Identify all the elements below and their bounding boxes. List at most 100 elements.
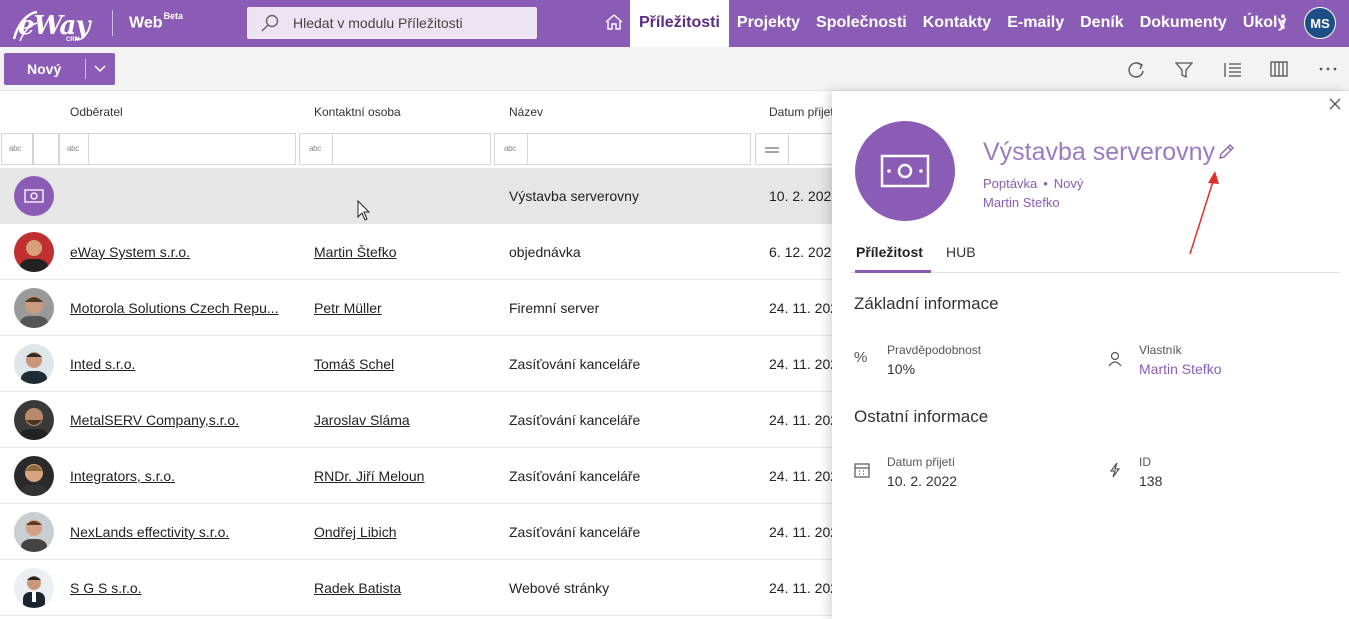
column-header-datum[interactable]: Datum přijetí — [769, 105, 837, 119]
table-row[interactable]: Integrators, s.r.o. RNDr. Jiří Meloun Za… — [0, 448, 846, 504]
search-icon — [261, 14, 279, 32]
cell-contact[interactable]: Ondřej Libich — [314, 524, 397, 540]
filter-input-odberatel[interactable]: abc — [59, 133, 296, 165]
eway-logo[interactable]: eWay CRM — [6, 5, 90, 43]
nav-item-prilezitosti[interactable]: Příležitosti — [630, 0, 729, 47]
search-input[interactable]: Hledat v modulu Příležitosti — [247, 7, 537, 39]
table-row[interactable]: S G S s.r.o. Radek Batista Webové stránk… — [0, 560, 846, 616]
nav-item-spolecnosti[interactable]: Společnosti — [808, 0, 915, 47]
detail-panel: Výstavba serverovny Poptávka • Nový Martin… — [832, 91, 1349, 619]
nav-item-projekty[interactable]: Projekty — [729, 0, 808, 47]
status-dot: • — [1043, 176, 1048, 191]
list-view-icon[interactable] — [1223, 61, 1243, 79]
toolbar: Nový — [0, 47, 1349, 91]
opportunity-avatar — [14, 176, 54, 216]
filter-type-button[interactable]: abc — [1, 133, 33, 165]
cell-name: Firemní server — [509, 300, 600, 316]
id-value: 138 — [1139, 473, 1163, 489]
tab-hub[interactable]: HUB — [946, 244, 976, 260]
status-label[interactable]: Poptávka — [983, 176, 1037, 191]
nav-item-denik[interactable]: Deník — [1072, 0, 1132, 47]
person-photo-icon — [21, 520, 47, 552]
column-header-nazev[interactable]: Název — [509, 105, 543, 119]
column-header-odberatel[interactable]: Odběratel — [70, 105, 123, 119]
cell-name: Zasíťování kanceláře — [509, 524, 641, 540]
equals-icon — [765, 147, 779, 153]
home-icon[interactable] — [604, 13, 624, 31]
tab-prilezitost[interactable]: Příležitost — [856, 244, 923, 260]
table-row[interactable]: Motorola Solutions Czech Repu... Petr Mü… — [0, 280, 846, 336]
cell-contact[interactable]: Jaroslav Sláma — [314, 412, 410, 428]
cell-company[interactable]: NexLands effectivity s.r.o. — [70, 524, 229, 540]
nav-item-kontakty[interactable]: Kontakty — [915, 0, 999, 47]
table-row[interactable]: Výstavba serverovny 10. 2. 2022 — [0, 168, 839, 224]
filter-input-kontaktni-osoba[interactable]: abc — [299, 133, 491, 165]
new-button[interactable]: Nový — [4, 53, 115, 85]
filter-divider — [527, 134, 528, 164]
table-row[interactable]: NexLands effectivity s.r.o. Ondřej Libic… — [0, 504, 846, 560]
cell-company[interactable]: MetalSERV Company,s.r.o. — [70, 412, 239, 428]
filter-empty-cell — [33, 133, 59, 165]
cell-contact[interactable]: Tomáš Schel — [314, 356, 394, 372]
filter-input-datum[interactable] — [755, 133, 835, 165]
contact-avatar — [14, 512, 54, 552]
filter-divider — [88, 134, 89, 164]
cell-contact[interactable]: Radek Batista — [314, 580, 401, 596]
cell-company[interactable]: Integrators, s.r.o. — [70, 468, 175, 484]
columns-icon[interactable] — [1270, 61, 1288, 77]
cell-name: Zasíťování kanceláře — [509, 468, 641, 484]
edit-pencil-icon[interactable] — [1217, 143, 1235, 161]
probability-value[interactable]: 10% — [887, 361, 915, 377]
abc-icon: abc — [504, 144, 516, 153]
new-button-label: Nový — [27, 61, 62, 77]
cell-contact[interactable]: RNDr. Jiří Meloun — [314, 468, 424, 484]
cell-company[interactable]: Motorola Solutions Czech Repu... — [70, 300, 279, 316]
section-title-basic: Základní informace — [854, 294, 999, 313]
cell-date: 10. 2. 2022 — [769, 188, 840, 204]
calendar-icon — [854, 463, 870, 478]
search-placeholder: Hledat v modulu Příležitosti — [293, 15, 463, 31]
filter-icon[interactable] — [1175, 61, 1193, 79]
cell-company[interactable]: eWay System s.r.o. — [70, 244, 190, 260]
filter-row: abc abc abc abc — [0, 130, 835, 168]
cell-contact[interactable]: Martin Štefko — [314, 244, 396, 260]
user-avatar[interactable]: MS — [1304, 7, 1336, 39]
id-label: ID — [1139, 455, 1151, 469]
contact-avatar — [14, 400, 54, 440]
owner-value[interactable]: Martin Stefko — [1139, 361, 1221, 377]
contact-avatar — [14, 288, 54, 328]
date-label: Datum přijetí — [887, 455, 956, 469]
nav-more-icon[interactable]: ⋮ — [1274, 12, 1292, 33]
person-photo-icon — [20, 296, 48, 328]
chevron-down-icon[interactable] — [93, 62, 107, 76]
table-row[interactable]: eWay System s.r.o. Martin Štefko objedná… — [0, 224, 839, 280]
more-options-icon[interactable] — [1319, 67, 1337, 71]
cell-contact[interactable]: Petr Müller — [314, 300, 382, 316]
top-bar: eWay CRM WebBeta Hledat v modulu Příleži… — [0, 0, 1349, 47]
abc-icon: abc — [309, 144, 321, 153]
state-label[interactable]: Nový — [1054, 176, 1084, 191]
cell-company[interactable]: S G S s.r.o. — [70, 580, 142, 596]
detail-tabs: Příležitost HUB — [850, 233, 1340, 273]
opportunity-owner-link[interactable]: Martin Stefko — [983, 195, 1060, 210]
table-row[interactable]: Inted s.r.o. Tomáš Schel Zasíťování kanc… — [0, 336, 846, 392]
date-value[interactable]: 10. 2. 2022 — [887, 473, 957, 489]
refresh-icon[interactable] — [1126, 61, 1146, 79]
column-header-kontaktni-osoba[interactable]: Kontaktní osoba — [314, 105, 401, 119]
cell-company[interactable]: Inted s.r.o. — [70, 356, 135, 372]
nav-item-dokumenty[interactable]: Dokumenty — [1132, 0, 1235, 47]
table-row[interactable]: MetalSERV Company,s.r.o. Jaroslav Sláma … — [0, 392, 846, 448]
nav-item-emaily[interactable]: E-maily — [999, 0, 1072, 47]
filter-input-nazev[interactable]: abc — [494, 133, 751, 165]
cell-date: 6. 12. 2021 — [769, 244, 840, 260]
cell-name: objednávka — [509, 244, 581, 260]
product-beta: Beta — [163, 11, 183, 21]
header-divider — [112, 10, 113, 36]
close-icon[interactable] — [1329, 98, 1341, 110]
person-photo-icon — [21, 352, 47, 384]
abc-icon: abc — [9, 144, 21, 153]
main-nav: Příležitosti Projekty Společnosti Kontak… — [630, 0, 1294, 47]
new-button-separator — [85, 59, 86, 79]
contact-avatar — [14, 456, 54, 496]
opportunity-status: Poptávka • Nový — [983, 176, 1083, 191]
